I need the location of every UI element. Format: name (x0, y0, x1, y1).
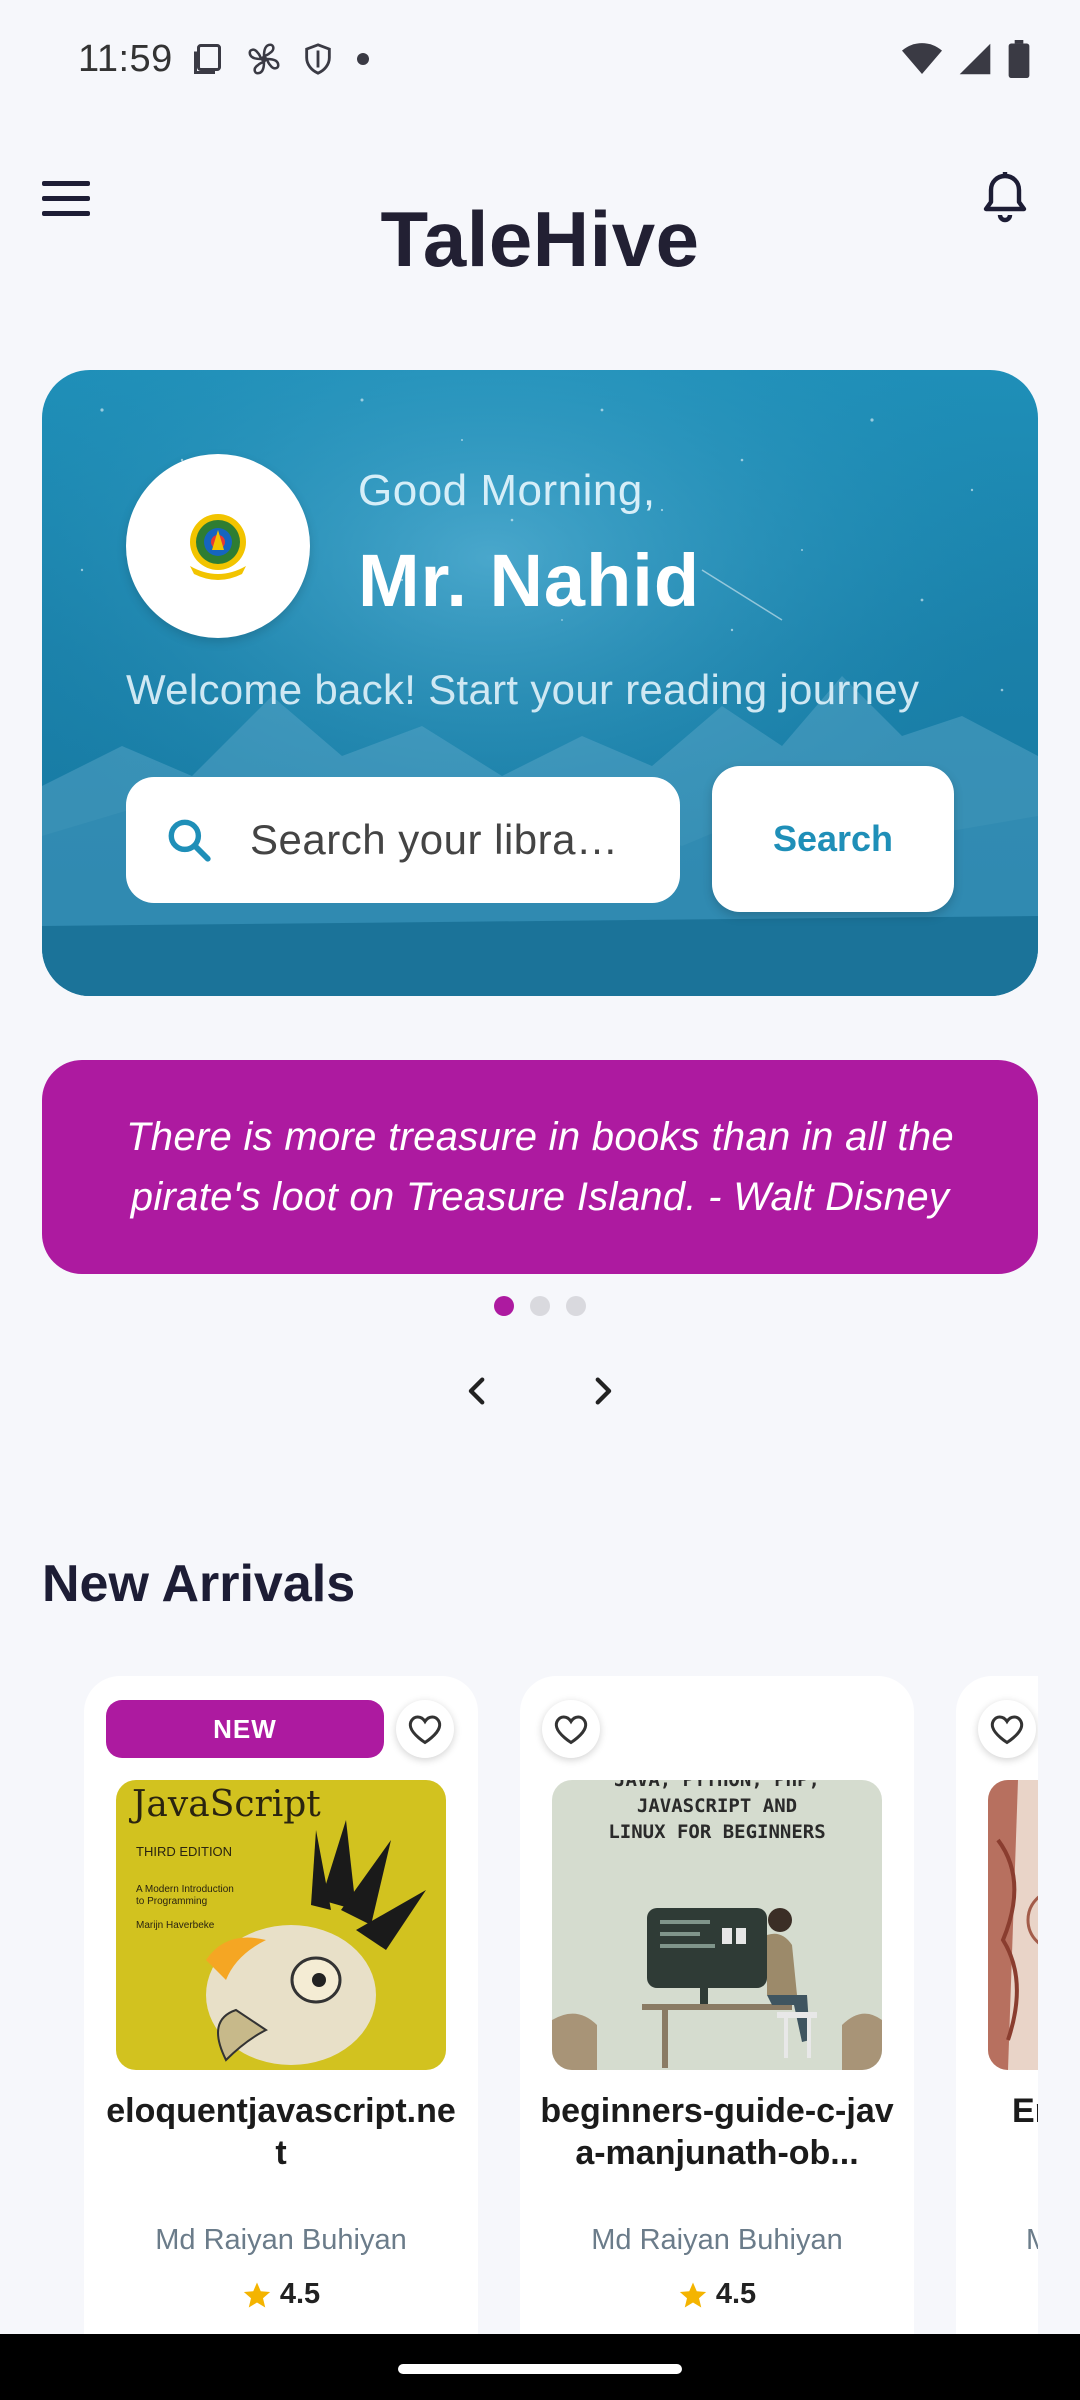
app-title: TaleHive (380, 195, 700, 283)
javascript-cover-illustration: JavaScript THIRD EDITION A Modern Introd… (116, 1780, 446, 2070)
chevron-right-icon (595, 1377, 612, 1405)
greeting-text: Good Morning, (358, 466, 656, 515)
carousel-dot[interactable] (566, 1296, 586, 1316)
home-indicator[interactable] (398, 2364, 682, 2374)
star-icon (243, 2282, 270, 2307)
rating-value: 4.5 (715, 2278, 757, 2310)
wifi-icon (902, 42, 942, 76)
decorative-cover-illustration (988, 1780, 1038, 2070)
book-title: En o (1012, 2092, 1038, 2130)
carousel-dot[interactable] (494, 1296, 514, 1316)
quote-card[interactable]: There is more treasure in books than in … (42, 1060, 1038, 1274)
cover-line-1: JAVA, PYTHON, PHP, (614, 1780, 820, 1791)
cover-author: Marijn Haverbeke (136, 1920, 215, 1931)
carousel-nav (0, 1366, 1080, 1416)
battery-icon (1008, 40, 1030, 78)
user-name: Mr. Nahid (358, 539, 701, 622)
welcome-message: Welcome back! Start your reading journey (126, 666, 920, 713)
book-author: Md Raiyan Buhiyan (155, 2224, 407, 2256)
status-time: 11:59 (78, 37, 173, 80)
search-placeholder: Search your library... (250, 816, 630, 863)
book-title: eloquentjavascript.net (106, 2092, 456, 2172)
hero-card: Good Morning, Mr. Nahid Welcome back! St… (42, 370, 1038, 996)
notification-button[interactable] (970, 162, 1040, 232)
section-title-new-arrivals: New Arrivals (42, 1555, 356, 1613)
dot-icon (353, 49, 373, 69)
cover-title: JavaScript (128, 1784, 321, 1825)
status-right (902, 40, 1030, 78)
signal-icon (958, 42, 992, 76)
book-rating: 4.5 (520, 2278, 914, 2311)
cover-subtitle-2: to Programming (136, 1896, 207, 1907)
quote-text: There is more treasure in books than in … (126, 1115, 954, 1219)
cover-edition: THIRD EDITION (136, 1844, 232, 1859)
new-arrivals-list[interactable]: NEW JavaScript THIRD EDITION A Modern In… (42, 1676, 1038, 2336)
bell-icon (983, 172, 1027, 223)
book-card[interactable]: En o M (956, 1676, 1038, 2336)
search-button[interactable]: Search (712, 766, 954, 912)
book-cover[interactable]: JAVA, PYTHON, PHP, JAVASCRIPT AND LINUX … (552, 1780, 882, 2070)
status-bar: 11:59 (0, 0, 1080, 118)
search-input[interactable]: Search your library... (126, 777, 680, 903)
book-card[interactable]: NEW JavaScript THIRD EDITION A Modern In… (84, 1676, 478, 2336)
heart-icon (990, 1715, 1024, 1745)
app-bar: TaleHive (0, 140, 1080, 290)
star-icon (679, 2282, 706, 2307)
book-cover[interactable] (988, 1780, 1038, 2070)
shield-icon (301, 41, 335, 77)
favorite-button[interactable] (978, 1700, 1036, 1758)
book-card[interactable]: JAVA, PYTHON, PHP, JAVASCRIPT AND LINUX … (520, 1676, 914, 2336)
rating-value: 4.5 (279, 2278, 321, 2310)
screenshot-icon (191, 41, 227, 77)
book-cover[interactable]: JavaScript THIRD EDITION A Modern Introd… (116, 1780, 446, 2070)
new-badge: NEW (106, 1700, 384, 1758)
menu-icon-line (42, 180, 90, 186)
carousel-dot[interactable] (530, 1296, 550, 1316)
carousel-indicator (0, 1296, 1080, 1316)
book-author: M (1026, 2224, 1038, 2257)
favorite-button[interactable] (396, 1700, 454, 1758)
next-button[interactable] (577, 1366, 627, 1416)
book-title: beginners-guide-c-java-manjunath-ob... (540, 2092, 894, 2172)
fan-icon (245, 40, 283, 78)
cover-subtitle-1: A Modern Introduction (136, 1884, 234, 1895)
avatar[interactable] (126, 454, 310, 638)
cover-line-3: LINUX FOR BEGINNERS (608, 1821, 825, 1843)
book-rating: 4.5 (84, 2278, 478, 2311)
cover-line-2: JAVASCRIPT AND (637, 1795, 797, 1817)
heart-icon (408, 1715, 442, 1745)
institution-logo-icon (190, 514, 246, 580)
chevron-left-icon (468, 1377, 485, 1405)
heart-icon (554, 1715, 588, 1745)
book-author: Md Raiyan Buhiyan (591, 2224, 843, 2256)
programming-cover-illustration: JAVA, PYTHON, PHP, JAVASCRIPT AND LINUX … (552, 1780, 882, 2070)
previous-button[interactable] (453, 1366, 503, 1416)
favorite-button[interactable] (542, 1700, 600, 1758)
search-icon (168, 819, 211, 862)
status-left: 11:59 (78, 38, 373, 81)
